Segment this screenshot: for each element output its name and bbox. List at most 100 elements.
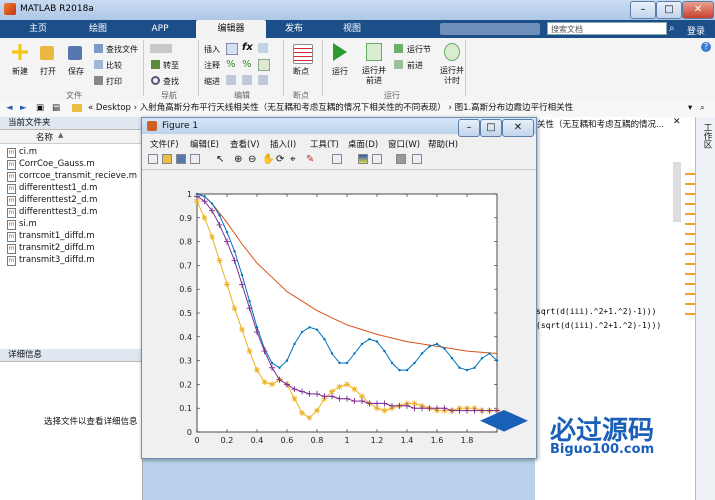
figure-menu-item[interactable]: 桌面(D): [348, 138, 378, 150]
new-figure-icon[interactable]: [148, 154, 158, 164]
search-folder-icon[interactable]: ⌕: [700, 100, 705, 117]
run-and-advance-button[interactable]: 运行并 前进: [362, 66, 386, 86]
figure-maximize-button[interactable]: □: [480, 119, 502, 137]
navigate-back-icon[interactable]: [150, 44, 172, 53]
open-button[interactable]: 打开: [40, 66, 56, 77]
insert-button[interactable]: 插入: [204, 44, 220, 55]
plot-area[interactable]: 0 0.2 0.4 0.6 0.8 1 1.2 1.4 1.6 1.8 0 0.1 0.2 0.3 0.4 0…: [142, 172, 534, 456]
figure-menu-item[interactable]: 窗口(W): [388, 138, 420, 150]
figure-menu-item[interactable]: 帮助(H): [428, 138, 458, 150]
file-list-item[interactable]: differenttest1_d.m: [19, 183, 97, 193]
find-files-button[interactable]: 查找文件: [106, 44, 138, 55]
column-header[interactable]: 名称 ▲: [0, 130, 142, 144]
brush-icon[interactable]: ✎: [306, 154, 314, 165]
back-arrow-icon[interactable]: ◄: [6, 100, 13, 117]
zoom-in-icon[interactable]: ⊕: [234, 154, 242, 165]
minimize-button[interactable]: –: [630, 1, 656, 19]
new-button[interactable]: 新建: [12, 66, 28, 77]
file-list-item[interactable]: transmit3_diffd.m: [19, 255, 94, 265]
find-button[interactable]: 查找: [163, 76, 179, 87]
goto-button[interactable]: 转至: [163, 60, 179, 71]
search-documentation-input[interactable]: 搜索文档: [547, 22, 667, 35]
print-figure-icon[interactable]: [190, 154, 200, 164]
comment-icon[interactable]: %: [226, 59, 236, 70]
tab-home[interactable]: 主页: [8, 20, 68, 38]
find-icon: [151, 76, 160, 85]
figure-window: Figure 1 – □ ✕ 文件(F) 编辑(E) 查看(V) 插入(I) 工具(T)…: [141, 117, 537, 459]
advance-button[interactable]: 前进: [407, 60, 423, 71]
search-icon[interactable]: ⌕: [669, 23, 675, 34]
colorbar-icon[interactable]: [358, 154, 368, 164]
indent-button[interactable]: 缩进: [204, 76, 220, 87]
legend-icon[interactable]: [372, 154, 382, 164]
run-icon: [333, 43, 347, 61]
save-figure-icon[interactable]: [176, 154, 186, 164]
figure-menu-item[interactable]: 编辑(E): [190, 138, 219, 150]
show-plot-tools-icon[interactable]: [412, 154, 422, 164]
hide-plot-tools-icon[interactable]: [396, 154, 406, 164]
file-list-item[interactable]: transmit1_diffd.m: [19, 231, 94, 241]
uncomment-icon[interactable]: %: [242, 59, 252, 70]
figure-minimize-button[interactable]: –: [458, 119, 480, 137]
wrap-comments-icon[interactable]: [258, 59, 270, 71]
compare-button[interactable]: 比较: [106, 60, 122, 71]
pointer-icon[interactable]: ↖: [216, 154, 224, 165]
increase-indent-icon[interactable]: [242, 75, 252, 85]
comment-button[interactable]: 注释: [204, 60, 220, 71]
file-list-item[interactable]: differenttest2_d.m: [19, 195, 97, 205]
decrease-indent-icon[interactable]: [258, 75, 268, 85]
login-link[interactable]: 登录: [687, 24, 705, 37]
workspace-side-tab[interactable]: 工作区: [695, 117, 715, 500]
pan-icon[interactable]: ✋: [262, 154, 274, 165]
tab-publish[interactable]: 发布: [266, 20, 322, 38]
quick-access-toolbar[interactable]: [440, 23, 540, 35]
run-and-time-icon: [444, 43, 460, 61]
insert-section-icon[interactable]: [226, 43, 238, 55]
figure-menu-item[interactable]: 插入(I): [270, 138, 296, 150]
save-button[interactable]: 保存: [68, 66, 84, 77]
file-list-item[interactable]: corrcoe_transmit_recieve.m: [19, 171, 137, 181]
file-list-item[interactable]: si.m: [19, 219, 37, 229]
file-list-item[interactable]: CorrCoe_Gauss.m: [19, 159, 95, 169]
editor-tab-close-icon[interactable]: ✕: [673, 117, 681, 127]
figure-menu-item[interactable]: 文件(F): [150, 138, 179, 150]
file-list-item[interactable]: ci.m: [19, 147, 37, 157]
link-plot-icon[interactable]: [332, 154, 342, 164]
print-button[interactable]: 打印: [106, 76, 122, 87]
zoom-out-icon[interactable]: ⊖: [248, 154, 256, 165]
forward-arrow-icon[interactable]: ►: [20, 100, 27, 117]
file-list-item[interactable]: transmit2_diffd.m: [19, 243, 94, 253]
insert-dropdown-icon[interactable]: [258, 43, 268, 53]
run-and-time-button[interactable]: 运行并 计时: [440, 66, 464, 86]
figure-menu-item[interactable]: 工具(T): [310, 138, 339, 150]
current-path[interactable]: « Desktop › 入射角高斯分布平行天线相关性（无互耦和考虑互耦的情况下相…: [88, 100, 573, 117]
open-file-icon[interactable]: [162, 154, 172, 164]
fx-icon[interactable]: fx: [242, 42, 253, 53]
editor-tab-title[interactable]: 关性（无互耦和考虑互耦的情况...: [537, 118, 664, 130]
run-section-button[interactable]: 运行节: [407, 44, 431, 55]
editor-scrollbar[interactable]: [673, 162, 681, 222]
data-cursor-icon[interactable]: ⌖: [290, 154, 296, 165]
rotate-icon[interactable]: ⟳: [276, 154, 284, 165]
figure-close-button[interactable]: ✕: [502, 119, 534, 137]
x-tick-label: 1.4: [401, 436, 414, 445]
path-dropdown-icon[interactable]: ▾: [688, 100, 692, 117]
data-point: [458, 366, 461, 369]
data-point: [353, 352, 356, 355]
file-list-item[interactable]: differenttest3_d.m: [19, 207, 97, 217]
run-button[interactable]: 运行: [332, 66, 348, 77]
maximize-button[interactable]: □: [656, 1, 682, 19]
help-icon[interactable]: ?: [701, 42, 711, 52]
tab-apps[interactable]: APP: [130, 20, 190, 38]
warning-markers: [685, 165, 695, 315]
close-button[interactable]: ✕: [682, 1, 714, 19]
tab-editor[interactable]: 编辑器: [196, 20, 266, 38]
figure-menu-item[interactable]: 查看(V): [230, 138, 259, 150]
folder-up-icon[interactable]: ▣: [36, 100, 44, 117]
breakpoints-button[interactable]: 断点: [293, 66, 309, 77]
tab-plots[interactable]: 绘图: [68, 20, 128, 38]
browse-folder-icon[interactable]: ▤: [52, 100, 60, 117]
indent-icon[interactable]: [226, 75, 236, 85]
column-name-label: 名称: [36, 133, 54, 143]
tab-view[interactable]: 视图: [324, 20, 380, 38]
